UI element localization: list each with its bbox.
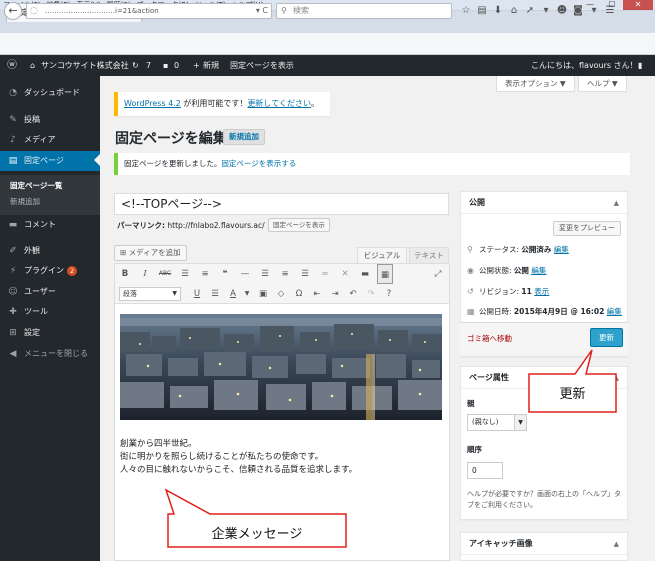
callout-message [164, 488, 347, 548]
callout-message-text: 企業メッセージ [211, 527, 303, 542]
